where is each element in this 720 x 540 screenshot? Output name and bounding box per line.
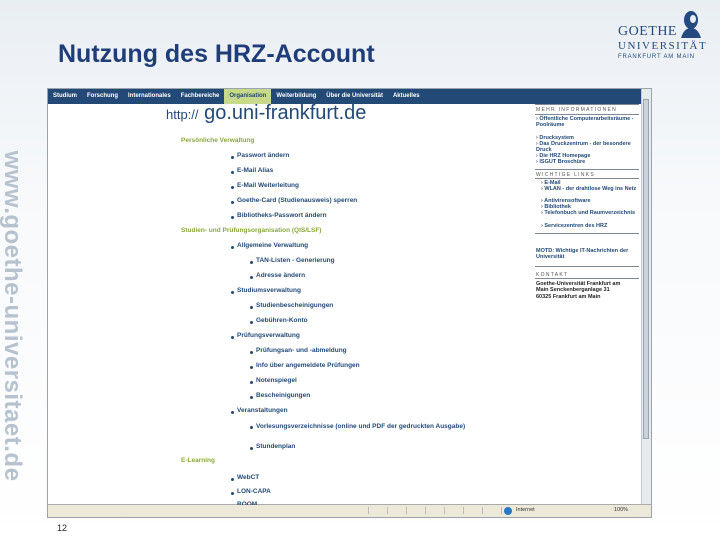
link-email-weiterleitung[interactable]: E-Mail Weiterleitung <box>237 182 299 189</box>
link-bescheinigungen[interactable]: Bescheinigungen <box>256 392 310 399</box>
zone-label: Internet <box>516 507 535 513</box>
link-passwort-aendern[interactable]: Passwort ändern <box>237 152 289 159</box>
link-pruefungsverwaltung[interactable]: Prüfungsverwaltung <box>237 332 300 339</box>
link-email-alias[interactable]: E-Mail Alias <box>237 167 273 174</box>
bullet <box>250 261 253 264</box>
link-studiumsverwaltung[interactable]: Studiumsverwaltung <box>237 287 301 294</box>
scrollbar-thumb[interactable] <box>643 99 649 439</box>
link-pruefungsanmeldung[interactable]: Prüfungsan- und -abmeldung <box>256 347 347 354</box>
bullet <box>231 291 234 294</box>
link-lon-capa[interactable]: LON-CAPA <box>237 488 271 495</box>
bullet <box>250 321 253 324</box>
url-host: go.uni-frankfurt.de <box>204 102 367 124</box>
right-link-servicezentren[interactable]: › Servicezentren des HRZ <box>541 223 645 229</box>
right-heading-mehr-informationen: MEHR INFORMATIONEN <box>536 107 618 113</box>
link-adresse-aendern[interactable]: Adresse ändern <box>256 272 305 279</box>
link-veranstaltungen[interactable]: Veranstaltungen <box>237 407 288 414</box>
bullet <box>231 411 234 414</box>
right-link-poolraeume[interactable]: › Öffentliche Computerarbeitsräume - Poo… <box>536 116 640 129</box>
link-studienbescheinigungen[interactable]: Studienbescheinigungen <box>256 302 333 309</box>
bullet <box>250 396 253 399</box>
bullet <box>250 426 253 429</box>
section-e-learning: E-Learning <box>181 457 215 464</box>
link-bibliotheks-passwort[interactable]: Bibliotheks-Passwort ändern <box>237 212 327 219</box>
bullet <box>231 336 234 339</box>
nav-tab-forschung[interactable]: Forschung <box>82 89 123 104</box>
bullet <box>231 478 234 481</box>
logo-city: FRANKFURT AM MAIN <box>618 54 695 60</box>
right-link-wlan[interactable]: › WLAN - der drahtlose Weg ins Netz <box>541 186 645 192</box>
right-link-isgut[interactable]: › ISGUT Broschüre <box>536 159 640 165</box>
bullet <box>231 246 234 249</box>
logo-goethe: GOETHE <box>618 24 677 39</box>
bullet <box>231 216 234 219</box>
page-number: 12 <box>57 523 68 533</box>
section-studien-pruefungsorganisation: Studien- und Prüfungsorganisation (QIS/L… <box>181 227 322 234</box>
bullet <box>250 366 253 369</box>
bullet <box>231 201 234 204</box>
url-banner: http:// go.uni-frankfurt.de <box>166 102 366 125</box>
bullet <box>250 381 253 384</box>
right-motd-link[interactable]: MOTD: Wichtige IT-Nachrichten der Univer… <box>536 248 640 261</box>
nav-tab-studium[interactable]: Studium <box>48 89 82 104</box>
right-link-druckzentrum[interactable]: › Das Druckzentrum - der besondere Druck <box>536 141 640 154</box>
bullet <box>250 276 253 279</box>
bullet <box>250 351 253 354</box>
bullet <box>231 186 234 189</box>
right-link-telefonbuch[interactable]: › Telefonbuch und Raumverzeichnis <box>541 210 645 216</box>
nav-tab-aktuelles[interactable]: Aktuelles <box>388 89 425 104</box>
link-notenspiegel[interactable]: Notenspiegel <box>256 377 297 384</box>
link-allgemeine-verwaltung[interactable]: Allgemeine Verwaltung <box>237 242 308 249</box>
university-logo: GOETHE UNIVERSITÄT FRANKFURT AM MAIN <box>614 10 714 66</box>
url-protocol: http:// <box>166 107 199 122</box>
link-stundenplan[interactable]: Stundenplan <box>256 443 295 450</box>
browser-status-bar: Internet 100% <box>48 504 651 517</box>
link-webct[interactable]: WebCT <box>237 474 259 481</box>
right-contact-address: Goethe-Universität Frankfurt am Main Sen… <box>536 281 621 300</box>
section-persoenliche-verwaltung: Persönliche Verwaltung <box>181 137 255 144</box>
globe-icon <box>504 507 512 515</box>
bullet <box>250 306 253 309</box>
link-tan-listen[interactable]: TAN-Listen - Generierung <box>256 257 335 264</box>
link-vorlesungsverzeichnisse[interactable]: Vorlesungsverzeichnisse (online und PDF … <box>256 422 476 431</box>
side-url-watermark: www.goethe-universitaet.de <box>0 150 26 482</box>
zoom-level[interactable]: 100% <box>614 507 628 513</box>
link-info-pruefungen[interactable]: Info über angemeldete Prüfungen <box>256 362 360 369</box>
goethe-portrait-icon <box>681 11 701 38</box>
link-goethe-card-sperren[interactable]: Goethe-Card (Studienausweis) sperren <box>237 197 357 204</box>
link-gebuehren-konto[interactable]: Gebühren-Konto <box>256 317 308 324</box>
bullet <box>231 492 234 495</box>
vertical-scrollbar[interactable] <box>641 89 651 505</box>
bullet <box>250 447 253 450</box>
link-room-partial[interactable]: ROOM <box>237 501 257 505</box>
logo-universitaet: UNIVERSITÄT <box>618 40 708 52</box>
slide-title: Nutzung des HRZ-Account <box>58 40 375 68</box>
bullet <box>231 156 234 159</box>
bullet <box>231 171 234 174</box>
